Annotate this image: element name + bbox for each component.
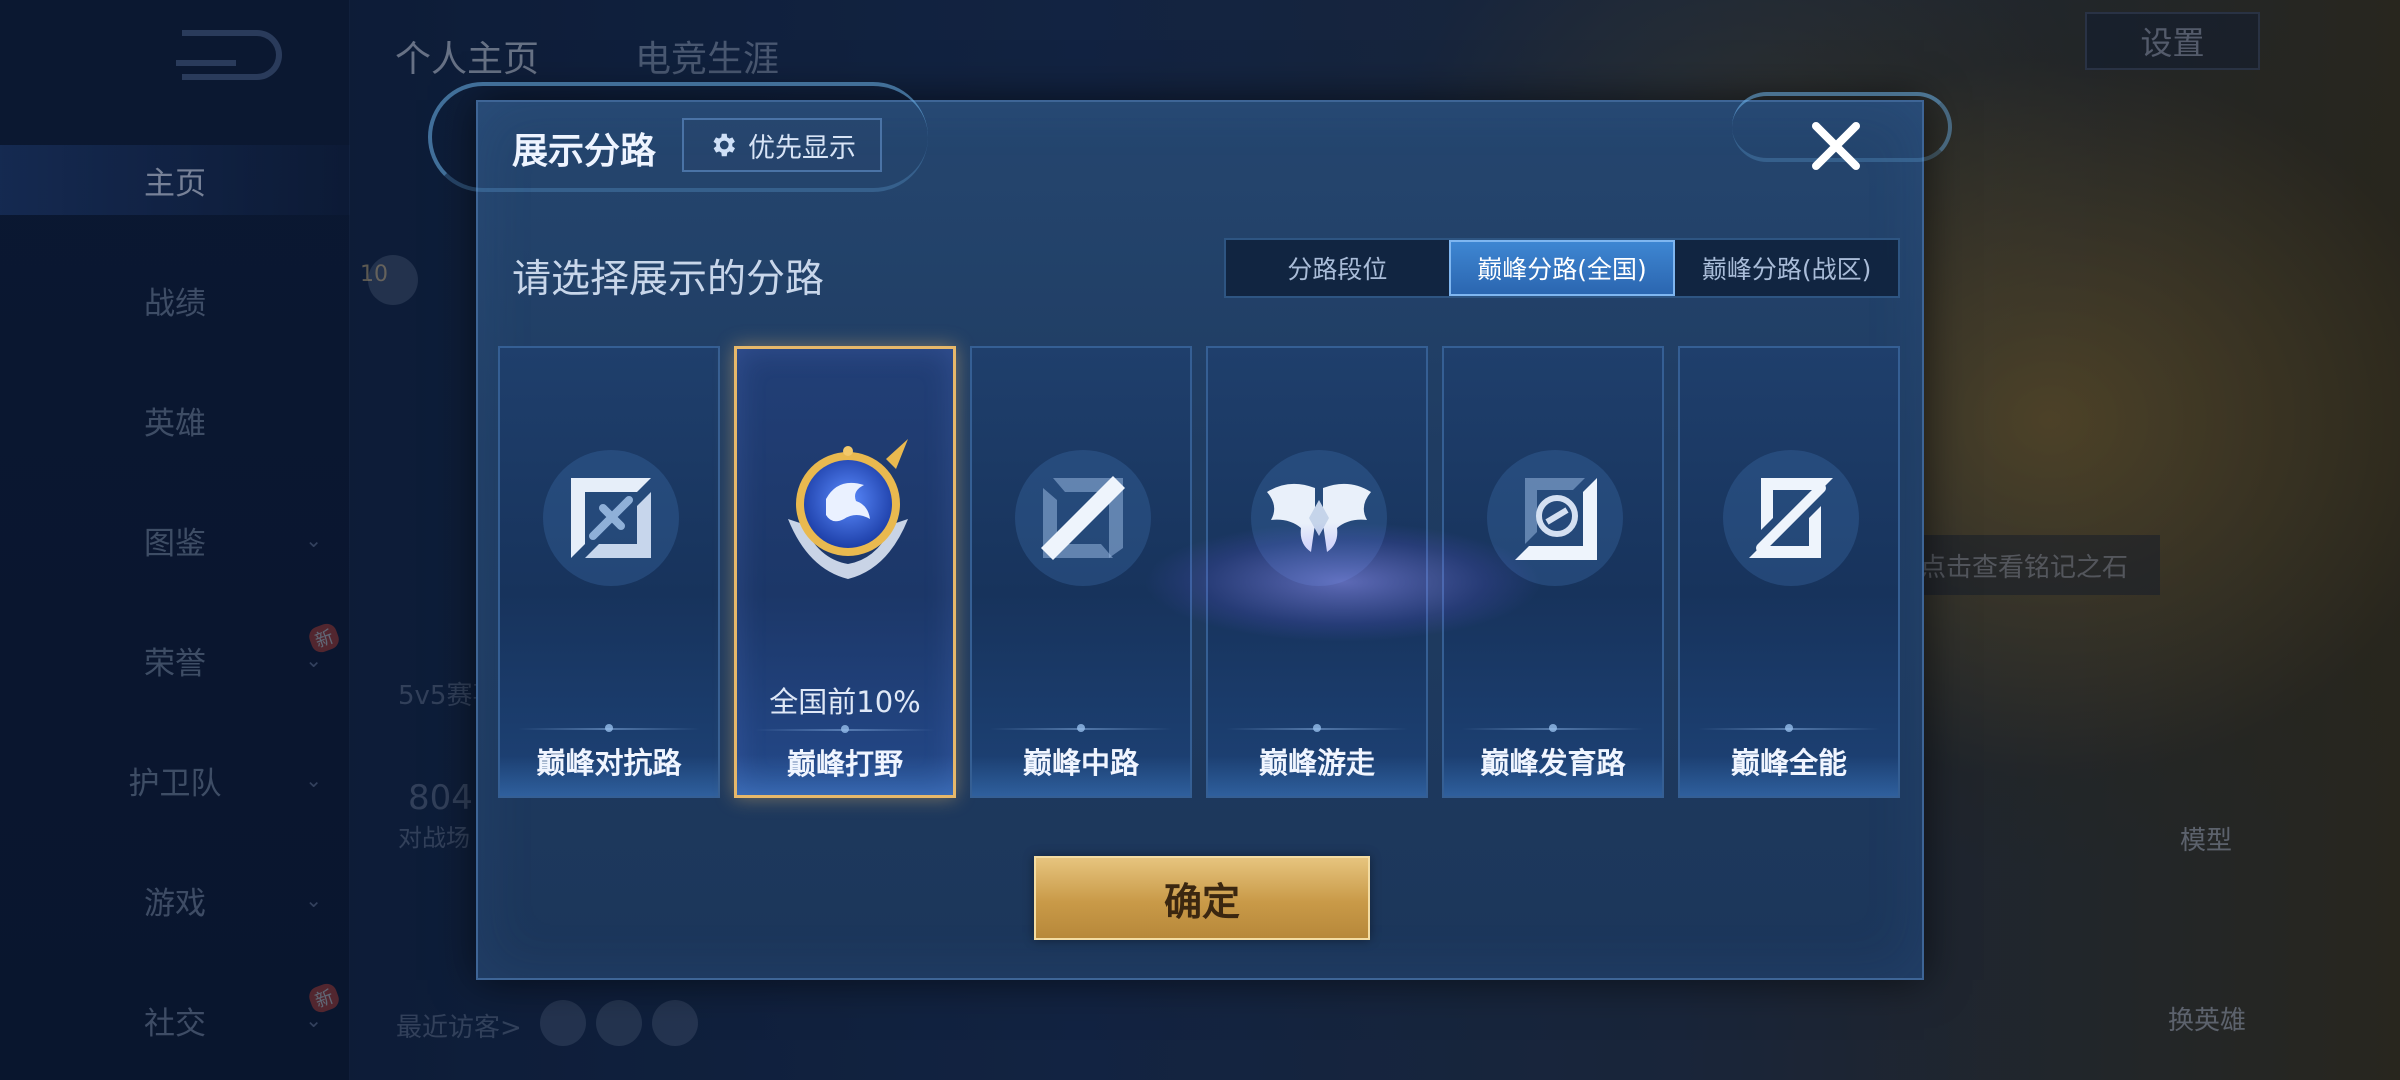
gear-icon [713, 133, 735, 157]
priority-display-label: 优先显示 [748, 132, 856, 164]
jungle-dragon-emblem-icon [788, 439, 908, 579]
rank-percentile: 全国前10% [769, 685, 921, 719]
tab-peak-lane-region[interactable]: 巅峰分路(战区) [1675, 240, 1898, 296]
clash-lane-icon [543, 450, 679, 586]
lane-card-label: 巅峰全能 [1730, 746, 1847, 780]
lane-card-roam[interactable]: 巅峰游走 [1206, 346, 1428, 798]
close-button[interactable] [1806, 116, 1866, 176]
display-lane-dialog: 展示分路 优先显示 请选择展示的分路 分路段位 巅峰分路(全国) 巅峰分路(战区… [428, 82, 1952, 980]
lane-card-farm[interactable]: 巅峰发育路 [1442, 346, 1664, 798]
lane-card-jungle[interactable]: 全国前10% 巅峰打野 [734, 346, 956, 798]
tab-peak-lane-national[interactable]: 巅峰分路(全国) [1448, 240, 1676, 296]
dialog-title: 展示分路 [512, 131, 657, 172]
card-divider [1226, 724, 1408, 732]
tab-lane-rank[interactable]: 分路段位 [1226, 240, 1449, 296]
lane-card-clash[interactable]: 巅峰对抗路 [498, 346, 720, 798]
card-divider [518, 724, 700, 732]
confirm-label: 确定 [1163, 879, 1240, 924]
close-icon [1812, 122, 1860, 170]
roam-wings-icon [1251, 450, 1387, 586]
farm-lane-icon [1487, 450, 1623, 586]
mid-lane-icon [1015, 450, 1151, 586]
lane-card-label: 巅峰打野 [786, 747, 903, 781]
card-divider [1462, 724, 1644, 732]
priority-display-button[interactable]: 优先显示 [682, 118, 882, 172]
confirm-button[interactable]: 确定 [1034, 856, 1370, 940]
lane-card-label: 巅峰对抗路 [536, 746, 682, 780]
card-divider [990, 724, 1172, 732]
all-round-icon [1723, 450, 1859, 586]
lane-card-label: 巅峰游走 [1258, 746, 1375, 780]
lane-select-prompt: 请选择展示的分路 [512, 257, 825, 302]
card-divider [755, 725, 935, 733]
lane-card-label: 巅峰发育路 [1480, 746, 1626, 780]
lane-card-all-round[interactable]: 巅峰全能 [1678, 346, 1900, 798]
lane-card-label: 巅峰中路 [1022, 746, 1139, 780]
lane-card-mid[interactable]: 巅峰中路 [970, 346, 1192, 798]
card-divider [1698, 724, 1880, 732]
ranking-scope-tabs: 分路段位 巅峰分路(全国) 巅峰分路(战区) [1224, 238, 1900, 298]
